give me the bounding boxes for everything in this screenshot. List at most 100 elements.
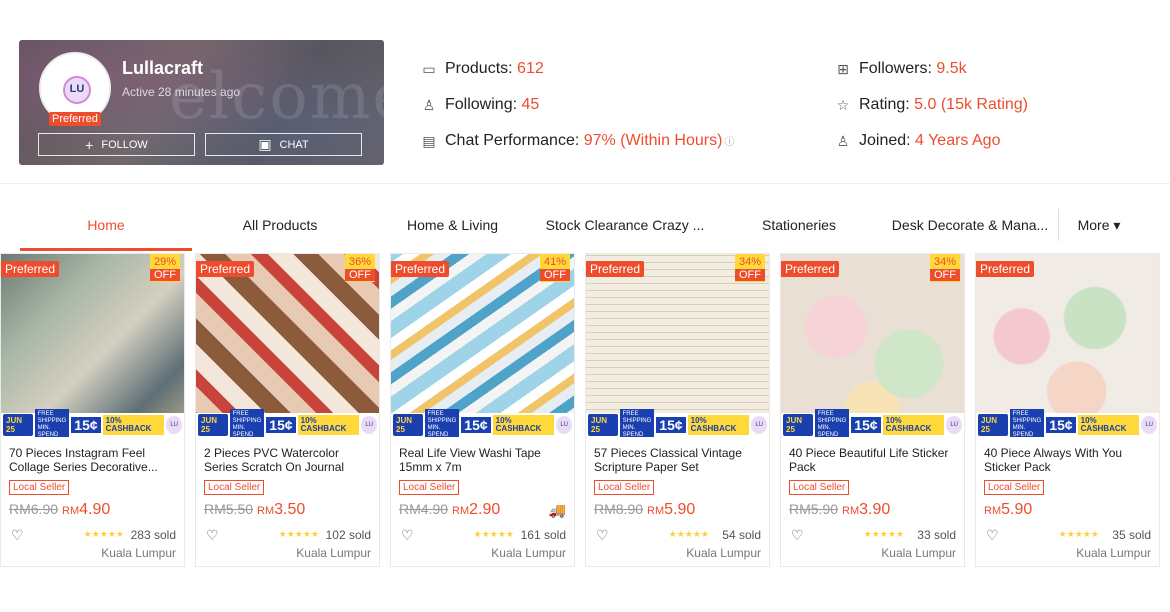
- product-image[interactable]: Preferred 41% OFF JUN 25 FREE SHIPPING MIN…: [391, 254, 574, 437]
- product-image[interactable]: Preferred 34% OFF JUN 25 FREE SHIPPING MIN…: [586, 254, 769, 437]
- follow-button[interactable]: + FOLLOW: [38, 133, 195, 156]
- product-image[interactable]: Preferred 34% OFF JUN 25 FREE SHIPPING MIN…: [781, 254, 964, 437]
- product-card[interactable]: Preferred 29% OFF JUN 25 FREE SHIPPING MIN…: [0, 253, 185, 567]
- heart-icon[interactable]: ♡: [401, 527, 414, 544]
- promo-banner: JUN 25 FREE SHIPPING MIN. SPEND 15¢ 10% CAS…: [976, 409, 1159, 437]
- product-title[interactable]: 40 Piece Always With You Sticker Pack: [984, 446, 1149, 474]
- product-title[interactable]: 57 Pieces Classical Vintage Scripture Pa…: [594, 446, 759, 474]
- product-title[interactable]: 40 Piece Beautiful Life Sticker Pack: [789, 446, 954, 474]
- stat-label: Joined:: [859, 132, 911, 149]
- discount-badge: 34% OFF: [930, 254, 960, 282]
- sold-count: 54 sold: [722, 528, 761, 542]
- heart-icon[interactable]: ♡: [206, 527, 219, 544]
- discount-badge: 29% OFF: [150, 254, 180, 282]
- product-location: Kuala Lumpur: [491, 546, 566, 560]
- stat-rating: ☆ Rating: 5.0 (15k Rating): [835, 96, 1028, 114]
- product-price: RM4.90 RM2.90: [399, 501, 501, 518]
- local-seller-badge: Local Seller: [789, 480, 850, 495]
- product-image[interactable]: Preferred 29% OFF JUN 25 FREE SHIPPING MIN…: [1, 254, 184, 437]
- heart-icon[interactable]: ♡: [986, 527, 999, 544]
- discount-badge: 34% OFF: [735, 254, 765, 282]
- followers-icon: ⊞: [837, 60, 849, 77]
- product-price: RM5.90: [984, 501, 1033, 518]
- product-price: RM6.90 RM4.90: [9, 501, 111, 518]
- product-card[interactable]: Preferred 34% OFF JUN 25 FREE SHIPPING MIN…: [585, 253, 770, 567]
- product-title[interactable]: 2 Pieces PVC Watercolor Series Scratch O…: [204, 446, 369, 474]
- shop-status: Active 28 minutes ago: [122, 85, 241, 99]
- free-shipping-truck-icon: 🚚: [548, 502, 566, 518]
- avatar-text: LU: [69, 83, 85, 95]
- local-seller-badge: Local Seller: [9, 480, 70, 495]
- local-seller-badge: Local Seller: [399, 480, 460, 495]
- stat-value: 5.0 (15k Rating): [914, 96, 1028, 113]
- shop-logo-icon: LU: [1141, 416, 1157, 434]
- stat-products: ▭ Products: 612: [421, 60, 544, 78]
- shop-logo-icon: LU: [166, 416, 182, 434]
- stat-label: Rating:: [859, 96, 910, 113]
- product-image[interactable]: Preferred JUN 25 FREE SHIPPING MIN. SPEND…: [976, 254, 1159, 437]
- stat-joined: ♙ Joined: 4 Years Ago: [835, 132, 1001, 150]
- shop-tabs: Home All Products Home & Living Stock Cl…: [0, 183, 1170, 251]
- tab-stationeries[interactable]: Stationeries: [730, 184, 868, 251]
- help-icon[interactable]: ⓘ: [724, 137, 734, 148]
- sold-count: 102 sold: [325, 528, 371, 542]
- promo-banner: JUN 25 FREE SHIPPING MIN. SPEND 15¢ 10% CAS…: [391, 409, 574, 437]
- promo-banner: JUN 25 FREE SHIPPING MIN. SPEND 15¢ 10% CAS…: [586, 409, 769, 437]
- product-card[interactable]: Preferred 34% OFF JUN 25 FREE SHIPPING MIN…: [780, 253, 965, 567]
- follow-label: FOLLOW: [101, 138, 148, 151]
- product-card[interactable]: Preferred 41% OFF JUN 25 FREE SHIPPING MIN…: [390, 253, 575, 567]
- star-icon: ☆: [836, 96, 850, 113]
- promo-banner: JUN 25 FREE SHIPPING MIN. SPEND 15¢ 10% CAS…: [781, 409, 964, 437]
- product-location: Kuala Lumpur: [686, 546, 761, 560]
- tab-desk-decorate[interactable]: Desk Decorate & Mana...: [885, 184, 1055, 251]
- local-seller-badge: Local Seller: [594, 480, 655, 495]
- product-location: Kuala Lumpur: [881, 546, 956, 560]
- chat-button[interactable]: ▣ CHAT: [205, 133, 362, 156]
- product-grid: Preferred 29% OFF JUN 25 FREE SHIPPING MIN…: [0, 253, 1170, 567]
- tab-home-living[interactable]: Home & Living: [375, 184, 530, 251]
- product-price: RM5.90 RM3.90: [789, 501, 891, 518]
- tab-all-products[interactable]: All Products: [195, 184, 365, 251]
- product-location: Kuala Lumpur: [101, 546, 176, 560]
- product-card[interactable]: Preferred JUN 25 FREE SHIPPING MIN. SPEND…: [975, 253, 1160, 567]
- stat-value: 612: [517, 60, 544, 77]
- preferred-badge: Preferred: [586, 261, 645, 277]
- product-image[interactable]: Preferred 36% OFF JUN 25 FREE SHIPPING MIN…: [196, 254, 379, 437]
- tab-divider: [1058, 209, 1059, 241]
- sold-count: 283 sold: [130, 528, 176, 542]
- chat-bubble-icon: ▤: [422, 132, 436, 149]
- shop-logo-icon: LU: [556, 416, 572, 434]
- heart-icon[interactable]: ♡: [596, 527, 609, 544]
- sold-count: 161 sold: [520, 528, 566, 542]
- sold-count: 35 sold: [1112, 528, 1151, 542]
- stat-chat-performance: ▤ Chat Performance: 97% (Within Hours) ⓘ: [421, 132, 734, 150]
- tab-more[interactable]: More ▾: [1068, 184, 1130, 251]
- preferred-badge: Preferred: [976, 261, 1035, 277]
- rating-stars-icon: ★★★★★: [1058, 529, 1099, 539]
- shop-logo-icon: LU: [946, 416, 962, 434]
- product-location: Kuala Lumpur: [296, 546, 371, 560]
- stat-label: Followers:: [859, 60, 932, 77]
- tab-stock-clearance[interactable]: Stock Clearance Crazy ...: [540, 184, 710, 251]
- local-seller-badge: Local Seller: [984, 480, 1045, 495]
- shop-name: Lullacraft: [122, 58, 204, 78]
- discount-badge: 41% OFF: [540, 254, 570, 282]
- stat-label: Products:: [445, 60, 513, 77]
- product-title[interactable]: Real Life View Washi Tape 15mm x 7m: [399, 446, 564, 474]
- discount-badge: 36% OFF: [345, 254, 375, 282]
- heart-icon[interactable]: ♡: [791, 527, 804, 544]
- rating-stars-icon: ★★★★★: [863, 529, 904, 539]
- rating-stars-icon: ★★★★★: [668, 529, 709, 539]
- chat-icon: ▣: [258, 136, 272, 152]
- plus-icon: +: [85, 136, 94, 153]
- product-title[interactable]: 70 Pieces Instagram Feel Collage Series …: [9, 446, 174, 474]
- tab-home[interactable]: Home: [20, 184, 192, 251]
- person-icon: ♙: [422, 96, 436, 113]
- shop-logo-icon: LU: [361, 416, 377, 434]
- product-card[interactable]: Preferred 36% OFF JUN 25 FREE SHIPPING MIN…: [195, 253, 380, 567]
- shop-logo-icon: LU: [751, 416, 767, 434]
- rating-stars-icon: ★★★★★: [83, 529, 124, 539]
- heart-icon[interactable]: ♡: [11, 527, 24, 544]
- preferred-badge: Preferred: [391, 261, 450, 277]
- product-price: RM8.90 RM5.90: [594, 501, 696, 518]
